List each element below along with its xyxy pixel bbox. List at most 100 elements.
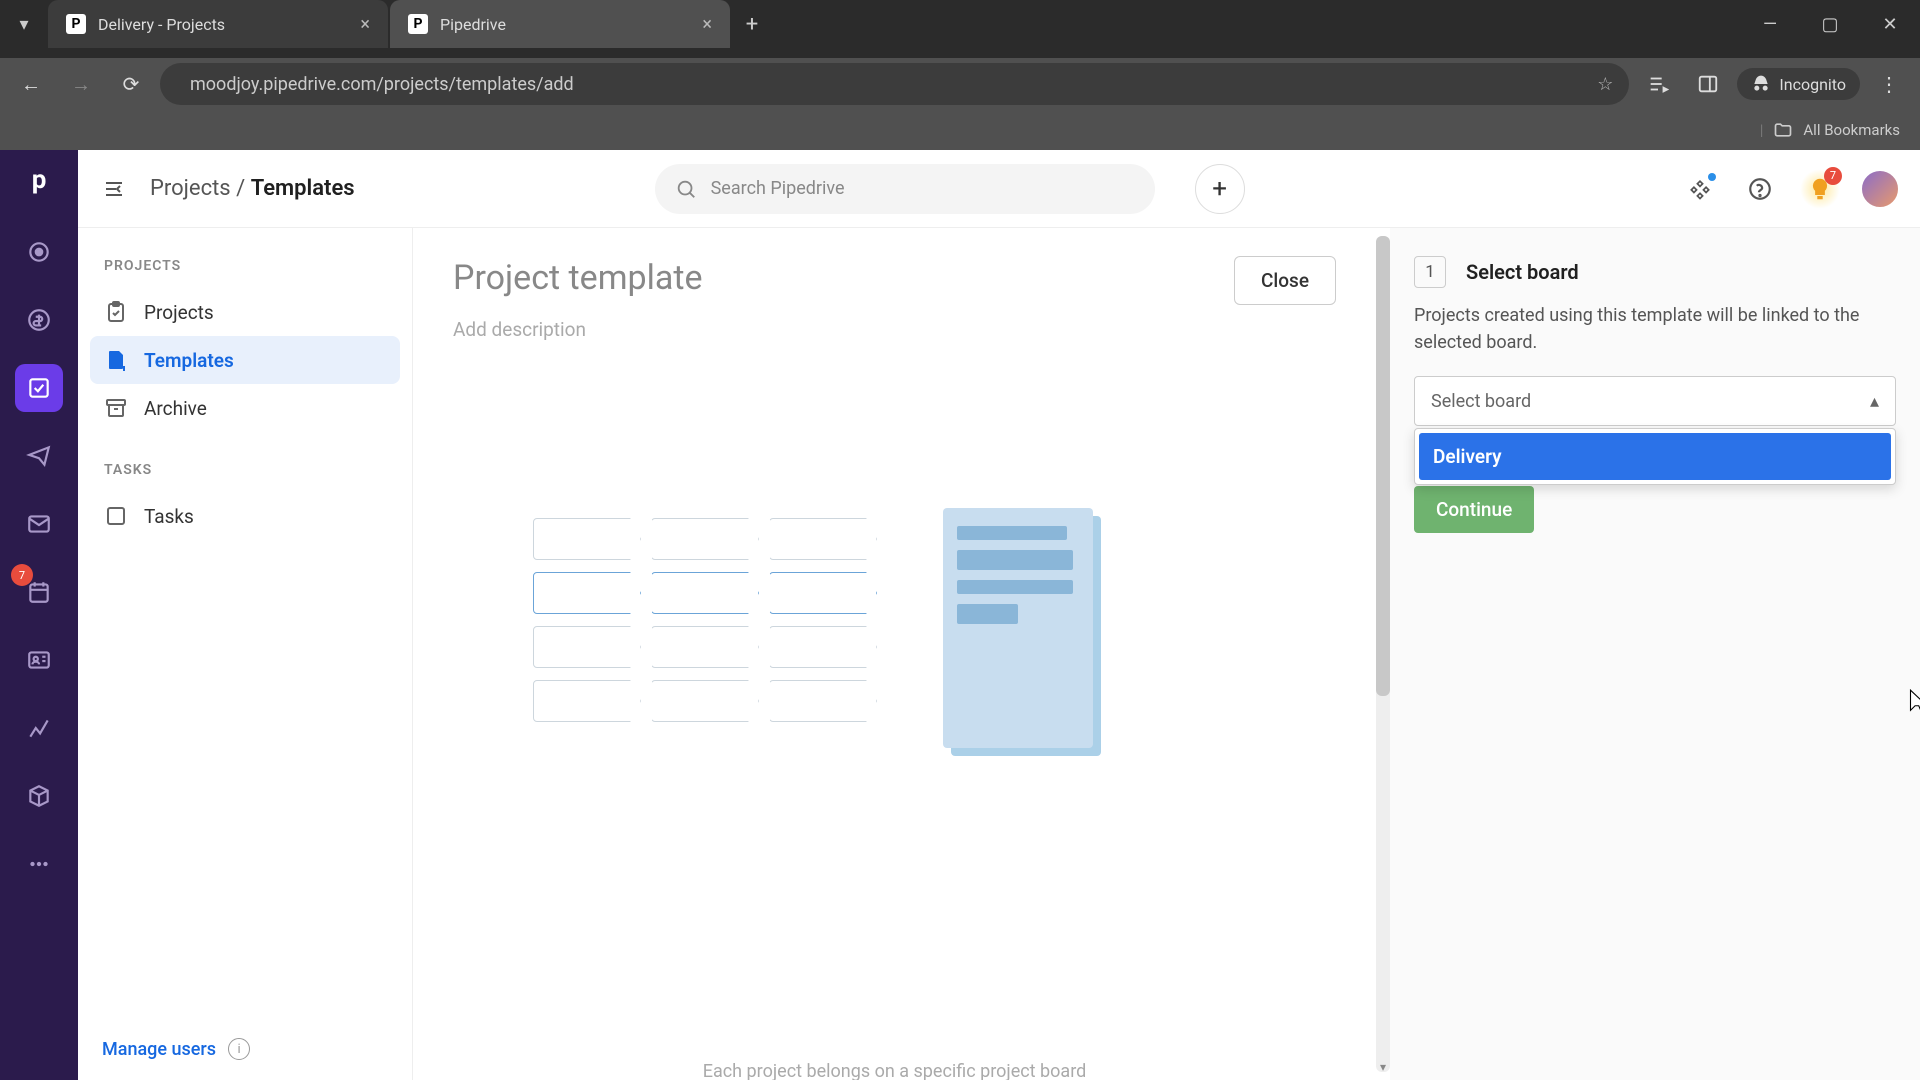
sidebar-item-archive[interactable]: Archive xyxy=(90,384,400,432)
browser-tab[interactable]: P Delivery - Projects × xyxy=(48,0,388,48)
quick-add-button[interactable]: + xyxy=(1195,164,1245,214)
square-icon xyxy=(104,504,128,528)
rail-insights-icon[interactable] xyxy=(15,704,63,752)
page-title[interactable]: Project template xyxy=(453,258,1336,298)
illustration-chevron xyxy=(651,572,759,614)
sales-assistant-icon[interactable]: 7 xyxy=(1800,169,1840,209)
sidebar-toggle-icon[interactable] xyxy=(98,173,130,205)
step-number: 1 xyxy=(1414,256,1446,288)
forward-button: → xyxy=(60,63,102,105)
illustration-chevron xyxy=(769,680,877,722)
tab-dropdown[interactable]: ▾ xyxy=(0,0,48,48)
illustration-chevron xyxy=(533,518,641,560)
illustration-chevron xyxy=(533,572,641,614)
continue-button[interactable]: Continue xyxy=(1414,486,1534,533)
rail-projects-icon[interactable] xyxy=(15,364,63,412)
tab-title: Pipedrive xyxy=(440,15,506,34)
content-main: Project template Add description Close xyxy=(413,228,1376,1080)
browser-tab-active[interactable]: P Pipedrive × xyxy=(390,0,730,48)
app-header: Projects / Templates Search Pipedrive + … xyxy=(78,150,1920,228)
scroll-thumb[interactable] xyxy=(1376,236,1390,696)
rail-activities-icon[interactable]: 7 xyxy=(15,568,63,616)
new-tab-button[interactable]: + xyxy=(732,0,772,48)
browser-tab-strip: ▾ P Delivery - Projects × P Pipedrive × … xyxy=(0,0,1920,58)
step-panel: 1 Select board Projects created using th… xyxy=(1390,228,1920,1080)
illustration-chevron xyxy=(769,572,877,614)
bookmark-star-icon[interactable]: ☆ xyxy=(1597,74,1613,95)
tab-title: Delivery - Projects xyxy=(98,15,225,34)
help-icon[interactable] xyxy=(1740,169,1780,209)
sidebar-label: Templates xyxy=(144,349,234,372)
close-tab-icon[interactable]: × xyxy=(360,14,370,35)
sidepanel-icon[interactable] xyxy=(1687,63,1729,105)
sidebar-item-projects[interactable]: Projects xyxy=(90,288,400,336)
favicon-icon: P xyxy=(66,14,86,34)
reload-button[interactable]: ⟳ xyxy=(110,63,152,105)
rail-deals-icon[interactable] xyxy=(15,296,63,344)
board-select[interactable]: Select board ▴ xyxy=(1414,376,1896,426)
illustration-chevron xyxy=(651,518,759,560)
sidebar-label: Projects xyxy=(144,301,214,324)
manage-users-link[interactable]: Manage users i xyxy=(102,1038,250,1060)
scroll-down-icon[interactable]: ▾ xyxy=(1376,1060,1390,1074)
window-minimize-icon[interactable]: — xyxy=(1740,0,1800,48)
folder-icon xyxy=(1773,120,1793,140)
all-bookmarks-link[interactable]: All Bookmarks xyxy=(1803,121,1900,139)
illustration-chevron xyxy=(651,626,759,668)
breadcrumb: Projects / Templates xyxy=(150,176,355,201)
search-placeholder: Search Pipedrive xyxy=(711,178,845,199)
step-description: Projects created using this template wil… xyxy=(1414,302,1896,356)
step-title: Select board xyxy=(1466,260,1579,284)
illustration-chevron xyxy=(769,518,877,560)
window-maximize-icon[interactable]: ▢ xyxy=(1800,0,1860,48)
browser-menu-icon[interactable]: ⋮ xyxy=(1868,63,1910,105)
close-button[interactable]: Close xyxy=(1234,256,1336,305)
back-button[interactable]: ← xyxy=(10,63,52,105)
rail-contacts-icon[interactable] xyxy=(15,636,63,684)
pipedrive-logo[interactable]: p xyxy=(19,160,59,200)
rail-products-icon[interactable] xyxy=(15,772,63,820)
rail-leads-icon[interactable] xyxy=(15,228,63,276)
illustration-chevron xyxy=(769,626,877,668)
app-root: p 7 xyxy=(0,150,1920,1080)
search-icon xyxy=(675,178,697,200)
board-illustration xyxy=(533,518,877,734)
app-body: PROJECTS Projects Templates Archive TASK… xyxy=(78,228,1920,1080)
window-close-icon[interactable]: ✕ xyxy=(1860,0,1920,48)
manage-users-label: Manage users xyxy=(102,1039,216,1060)
sidebar-label: Archive xyxy=(144,397,207,420)
incognito-label: Incognito xyxy=(1779,75,1846,94)
rail-mail-icon[interactable] xyxy=(15,500,63,548)
breadcrumb-sep: / xyxy=(236,176,251,201)
address-bar[interactable]: moodjoy.pipedrive.com/projects/templates… xyxy=(160,63,1629,105)
incognito-badge[interactable]: Incognito xyxy=(1737,68,1860,100)
caret-up-icon: ▴ xyxy=(1870,391,1879,412)
bookmarks-separator: | xyxy=(1760,121,1764,139)
scrollbar[interactable]: ▴ ▾ xyxy=(1376,236,1390,1072)
sidebar: PROJECTS Projects Templates Archive TASK… xyxy=(78,228,413,1080)
info-icon[interactable]: i xyxy=(228,1038,250,1060)
browser-toolbar: ← → ⟳ moodjoy.pipedrive.com/projects/tem… xyxy=(0,58,1920,110)
hint-text: Each project belongs on a specific proje… xyxy=(703,1061,1087,1080)
sidebar-item-templates[interactable]: Templates xyxy=(90,336,400,384)
content-area: Project template Add description Close xyxy=(413,228,1920,1080)
rail-campaigns-icon[interactable] xyxy=(15,432,63,480)
board-dropdown: Delivery xyxy=(1414,428,1896,485)
select-placeholder: Select board xyxy=(1431,391,1531,412)
sidebar-group-projects: PROJECTS xyxy=(90,258,400,288)
user-avatar[interactable] xyxy=(1860,169,1900,209)
breadcrumb-root[interactable]: Projects xyxy=(150,176,231,201)
close-tab-icon[interactable]: × xyxy=(702,14,712,35)
main-area: Projects / Templates Search Pipedrive + … xyxy=(78,150,1920,1080)
dropdown-option-delivery[interactable]: Delivery xyxy=(1419,433,1891,480)
favicon-icon: P xyxy=(408,14,428,34)
rail-more-icon[interactable] xyxy=(15,840,63,888)
search-input[interactable]: Search Pipedrive xyxy=(655,164,1155,214)
marketplace-icon[interactable] xyxy=(1680,169,1720,209)
breadcrumb-current: Templates xyxy=(251,176,355,201)
sidebar-item-tasks[interactable]: Tasks xyxy=(90,492,400,540)
playlist-icon[interactable] xyxy=(1637,63,1679,105)
description-input[interactable]: Add description xyxy=(453,318,1336,341)
archive-icon xyxy=(104,396,128,420)
bookmarks-bar: | All Bookmarks xyxy=(0,110,1920,150)
